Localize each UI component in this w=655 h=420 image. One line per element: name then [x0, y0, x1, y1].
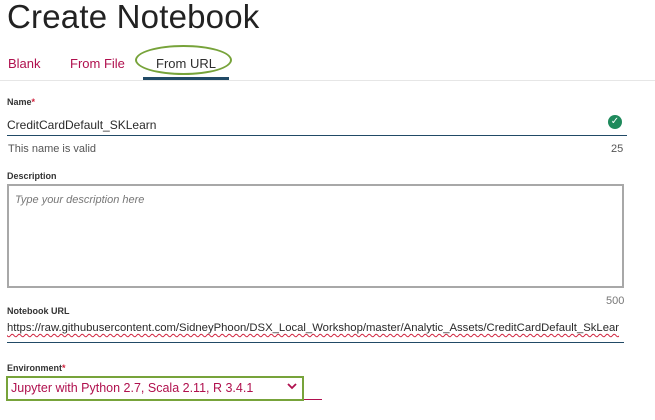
name-validation-message: This name is valid — [8, 143, 97, 155]
notebook-url-value: https://raw.githubusercontent.com/Sidney… — [7, 322, 620, 334]
environment-label: Environment* — [7, 363, 66, 373]
chevron-down-icon — [287, 383, 297, 390]
name-label-text: Name — [7, 97, 32, 107]
notebook-url-input[interactable]: https://raw.githubusercontent.com/Sidney… — [7, 322, 624, 343]
description-label: Description — [7, 171, 57, 181]
name-label: Name* — [7, 97, 35, 107]
check-circle-icon: ✓ — [608, 115, 622, 129]
description-textarea[interactable] — [7, 184, 624, 288]
name-input[interactable] — [7, 115, 627, 136]
environment-underline — [304, 399, 322, 400]
environment-required-mark: * — [62, 363, 66, 373]
source-tabs: Blank From File From URL — [0, 50, 655, 81]
create-notebook-page: Create Notebook Blank From File From URL… — [0, 0, 655, 420]
annotation-highlight-ellipse — [135, 45, 232, 75]
tab-blank[interactable]: Blank — [8, 56, 41, 71]
description-char-counter: 500 — [606, 295, 625, 307]
page-title: Create Notebook — [7, 0, 260, 35]
tab-from-file[interactable]: From File — [70, 56, 125, 71]
notebook-url-label: Notebook URL — [7, 306, 70, 316]
environment-label-text: Environment — [7, 363, 63, 373]
name-char-counter: 25 — [611, 143, 624, 155]
active-tab-indicator — [143, 77, 229, 80]
environment-selected-value: Jupyter with Python 2.7, Scala 2.11, R 3… — [11, 381, 254, 395]
name-required-mark: * — [31, 97, 36, 107]
environment-select[interactable]: Jupyter with Python 2.7, Scala 2.11, R 3… — [6, 376, 304, 401]
